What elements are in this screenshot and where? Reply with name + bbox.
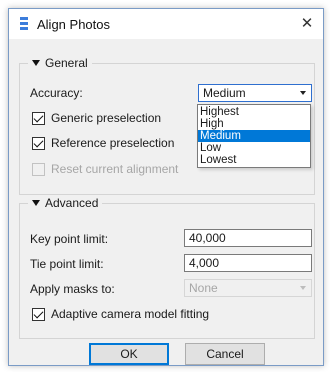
advanced-group: Advanced Key point limit: 40,000 Tie poi… (19, 196, 315, 339)
accuracy-option[interactable]: Highest (198, 106, 310, 118)
tie-point-limit-input[interactable]: 4,000 (184, 254, 312, 272)
generic-preselection-checkbox[interactable]: Generic preselection (32, 111, 161, 125)
reference-preselection-box (32, 136, 45, 150)
apply-masks-select[interactable]: None (184, 279, 312, 297)
accuracy-label: Accuracy: (30, 86, 83, 100)
general-legend: General (45, 56, 88, 70)
accuracy-value: Medium (203, 86, 246, 100)
collapse-triangle-icon (32, 60, 40, 66)
accuracy-select[interactable]: Medium (198, 84, 312, 102)
chevron-down-icon (300, 91, 306, 95)
general-group-header[interactable]: General (28, 56, 92, 70)
adaptive-fitting-box (32, 307, 45, 321)
reset-alignment-box (32, 162, 45, 176)
advanced-group-header[interactable]: Advanced (28, 196, 103, 210)
chevron-down-icon (300, 286, 306, 290)
accuracy-option[interactable]: High (198, 118, 310, 130)
accuracy-option-selected[interactable]: Medium (198, 130, 310, 142)
accuracy-dropdown-list: Highest High Medium Low Lowest (197, 104, 311, 168)
advanced-legend: Advanced (45, 196, 99, 210)
title-bar: Align Photos ✕ (9, 9, 323, 39)
reference-preselection-checkbox[interactable]: Reference preselection (32, 136, 174, 150)
key-point-limit-label: Key point limit: (30, 232, 109, 246)
reference-preselection-label: Reference preselection (51, 136, 175, 150)
key-point-limit-input[interactable]: 40,000 (184, 229, 312, 247)
reset-alignment-checkbox[interactable]: Reset current alignment (32, 162, 178, 176)
ok-button[interactable]: OK (89, 343, 169, 365)
generic-preselection-label: Generic preselection (51, 111, 162, 125)
apply-masks-value: None (189, 281, 218, 295)
apply-masks-label: Apply masks to: (30, 282, 115, 296)
dialog-title: Align Photos (37, 17, 110, 32)
app-icon (20, 17, 28, 30)
reset-alignment-label: Reset current alignment (51, 162, 179, 176)
adaptive-fitting-label: Adaptive camera model fitting (51, 307, 210, 321)
adaptive-fitting-checkbox[interactable]: Adaptive camera model fitting (32, 307, 209, 321)
align-photos-dialog: Align Photos ✕ General Accuracy: Medium … (8, 8, 324, 366)
cancel-button[interactable]: Cancel (185, 343, 265, 365)
accuracy-option[interactable]: Low (198, 142, 310, 154)
generic-preselection-box (32, 111, 45, 125)
close-button[interactable]: ✕ (291, 9, 323, 39)
tie-point-limit-label: Tie point limit: (30, 257, 104, 271)
collapse-triangle-icon (32, 200, 40, 206)
accuracy-option[interactable]: Lowest (198, 154, 310, 166)
